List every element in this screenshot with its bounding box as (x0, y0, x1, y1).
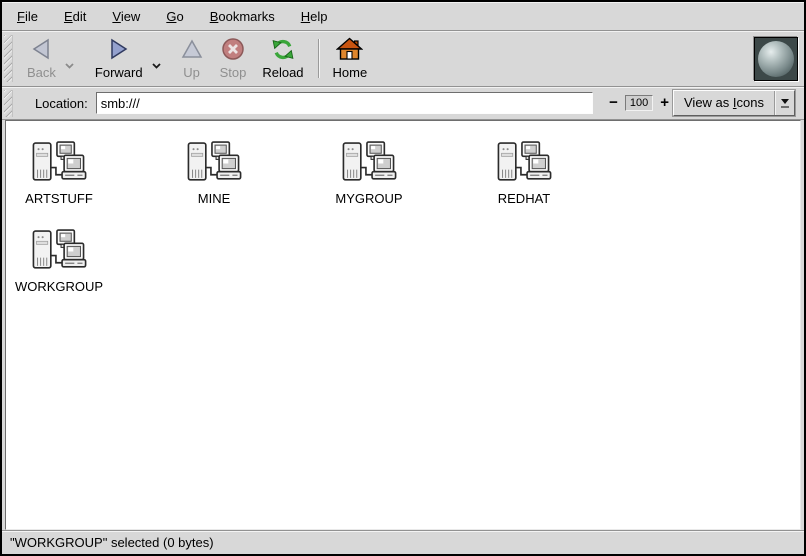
view-mode-label: View as Icons (674, 91, 774, 115)
icon-label: MINE (198, 191, 231, 206)
home-button[interactable]: Home (325, 33, 376, 84)
stop-icon (221, 36, 245, 62)
network-workgroup-icon (30, 229, 88, 274)
menu-bookmarks[interactable]: Bookmarks (197, 4, 288, 29)
toolbar-spacer (375, 33, 754, 84)
status-bar: "WORKGROUP" selected (0 bytes) (2, 530, 804, 554)
icon-label: REDHAT (498, 191, 550, 206)
menu-view[interactable]: View (99, 4, 153, 29)
toolbar: Back Forward U (2, 31, 804, 87)
menu-file[interactable]: File (4, 4, 51, 29)
stop-label: Stop (220, 65, 247, 80)
network-workgroup-icon (185, 141, 243, 186)
location-bar-drag-handle[interactable] (4, 90, 13, 117)
up-button: Up (172, 33, 212, 84)
icon-label: WORKGROUP (15, 279, 103, 294)
zoom-control: − 100 + (605, 94, 673, 112)
back-icon (28, 36, 54, 62)
share-mygroup[interactable]: MYGROUP (330, 141, 408, 206)
menu-edit[interactable]: Edit (51, 4, 99, 29)
view-mode-dropdown[interactable]: View as Icons (673, 90, 795, 116)
menubar: File Edit View Go Bookmarks Help (2, 2, 804, 31)
menu-go[interactable]: Go (153, 4, 196, 29)
reload-icon (270, 36, 296, 62)
dropdown-arrow-icon (774, 91, 794, 115)
reload-button[interactable]: Reload (254, 33, 311, 84)
back-button: Back (19, 33, 64, 84)
forward-button[interactable]: Forward (87, 33, 151, 84)
icon-row-1: ARTSTUFF MINE MYGROUP REDHAT (20, 141, 800, 206)
toolbar-separator (318, 39, 319, 78)
back-history-chevron-icon (64, 62, 75, 70)
forward-history-chevron-icon[interactable] (151, 62, 162, 70)
icon-view: ARTSTUFF MINE MYGROUP REDHAT WORKGROUP (5, 120, 801, 530)
share-redhat[interactable]: REDHAT (485, 141, 563, 206)
throbber-frame (754, 37, 798, 81)
share-artstuff[interactable]: ARTSTUFF (20, 141, 98, 206)
icon-label: MYGROUP (335, 191, 402, 206)
location-bar: Location: − 100 + View as Icons (2, 87, 804, 120)
home-label: Home (333, 65, 368, 80)
toolbar-drag-handle[interactable] (4, 35, 13, 82)
menu-help[interactable]: Help (288, 4, 341, 29)
file-manager-window: File Edit View Go Bookmarks Help Back (0, 0, 806, 556)
zoom-in-button[interactable]: + (656, 94, 673, 112)
network-workgroup-icon (340, 141, 398, 186)
share-workgroup[interactable]: WORKGROUP (20, 229, 98, 294)
up-label: Up (183, 65, 200, 80)
stop-button: Stop (212, 33, 255, 84)
share-mine[interactable]: MINE (175, 141, 253, 206)
status-text: "WORKGROUP" selected (0 bytes) (10, 535, 214, 550)
reload-label: Reload (262, 65, 303, 80)
forward-icon (106, 36, 132, 62)
zoom-level-indicator[interactable]: 100 (625, 95, 653, 111)
network-workgroup-icon (30, 141, 88, 186)
up-icon (180, 36, 204, 62)
throbber-globe-icon (758, 41, 794, 77)
forward-label: Forward (95, 65, 143, 80)
home-icon (336, 36, 363, 62)
location-label: Location: (35, 96, 88, 111)
back-label: Back (27, 65, 56, 80)
zoom-out-button[interactable]: − (605, 94, 622, 112)
icon-label: ARTSTUFF (25, 191, 93, 206)
network-workgroup-icon (495, 141, 553, 186)
icon-row-2: WORKGROUP (20, 229, 800, 294)
location-input[interactable] (96, 92, 593, 114)
